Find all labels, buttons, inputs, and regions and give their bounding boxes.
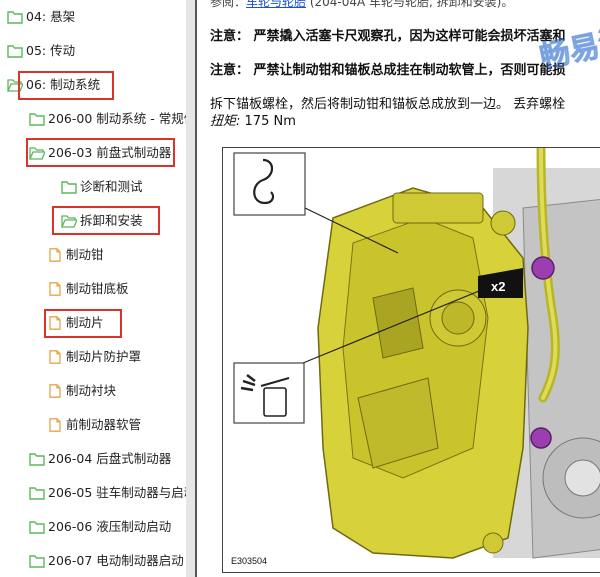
tree-item-removal-installation[interactable]: 拆卸和安装	[61, 210, 143, 232]
tree-item-label: 制动衬块	[66, 383, 117, 398]
tree-item-206-03[interactable]: 206-03 前盘式制动器	[29, 142, 171, 164]
folder-icon	[61, 181, 77, 194]
tree-item-label: 前制动器软管	[66, 417, 142, 432]
tree-item-06-brake-system[interactable]: 06: 制动系统	[7, 74, 100, 96]
pane-splitter[interactable]	[186, 0, 195, 577]
tree-item-brake-pad-shield[interactable]: 制动片防护罩	[47, 346, 141, 368]
navigation-tree: 04: 悬架 05: 传动 06: 制动系统 206-00 制动系统 - 常规信…	[0, 0, 186, 577]
reference-prefix: 参阅：	[210, 0, 247, 9]
reference-link[interactable]: 车轮与轮胎	[246, 0, 306, 9]
caution-note-2: 注意： 严禁让制动钳和锚板总成挂在制动软管上，否则可能损	[210, 59, 566, 78]
figure-code: E303504	[231, 556, 268, 566]
caution-text: 严禁撬入活塞卡尺观察孔，因为这样可能会损坏活塞和	[253, 29, 566, 44]
tree-item-04-suspension[interactable]: 04: 悬架	[7, 6, 75, 28]
reference-line: 参阅：车轮与轮胎 (204-04A 车轮与轮胎, 拆卸和安装)。	[210, 0, 513, 10]
caliper-illustration: x2	[233, 148, 600, 559]
pane-divider-line	[195, 0, 197, 577]
tree-item-label: 206-06 液压制动启动	[48, 519, 172, 534]
caution-label: 注意：	[210, 29, 250, 44]
anchor-bolt-upper	[531, 256, 555, 280]
caution-label: 注意：	[210, 63, 250, 78]
reference-suffix: (204-04A 车轮与轮胎, 拆卸和安装)。	[306, 0, 514, 9]
document-icon	[49, 384, 61, 398]
tree-item-caliper-anchor-plate[interactable]: 制动钳底板	[47, 278, 129, 300]
tree-item-brake-lining[interactable]: 制动衬块	[47, 380, 116, 402]
tree-item-05-drivetrain[interactable]: 05: 传动	[7, 40, 75, 62]
procedure-figure: x2 E303504	[222, 147, 600, 573]
folder-icon	[29, 555, 45, 568]
caution-note-1: 注意： 严禁撬入活塞卡尺观察孔，因为这样可能会损坏活塞和	[210, 25, 566, 44]
trash-bin-icon	[263, 387, 287, 417]
tree-item-206-07[interactable]: 206-07 电动制动器启动	[29, 550, 184, 572]
tree-item-label: 206-04 后盘式制动器	[48, 451, 172, 466]
caution-text: 严禁让制动钳和锚板总成挂在制动软管上，否则可能损	[253, 63, 566, 78]
torque-label: 扭矩:	[210, 114, 241, 129]
bleed-screw	[490, 210, 516, 236]
tree-item-label: 制动钳	[66, 247, 104, 262]
document-icon	[49, 282, 61, 296]
tree-item-label: 206-00 制动系统 - 常规信息	[48, 111, 186, 126]
tree-item-label: 制动钳底板	[66, 281, 129, 296]
document-icon	[49, 418, 61, 432]
folder-icon	[7, 45, 23, 58]
tree-item-label: 制动片防护罩	[66, 349, 142, 364]
tree-item-label: 诊断和测试	[80, 179, 143, 194]
folder-open-icon	[7, 79, 23, 92]
document-icon	[49, 248, 61, 262]
caliper-bridge	[392, 192, 484, 224]
tree-item-label: 206-03 前盘式制动器	[48, 145, 172, 160]
folder-open-icon	[61, 215, 77, 228]
tree-item-diagnosis[interactable]: 诊断和测试	[61, 176, 143, 198]
tree-item-brake-caliper[interactable]: 制动钳	[47, 244, 104, 266]
tree-item-brake-pads[interactable]: 制动片	[47, 312, 104, 334]
tree-item-label: 206-05 驻车制动器与启动	[48, 485, 186, 500]
folder-icon	[29, 521, 45, 534]
anchor-bolt-lower	[530, 427, 552, 449]
tree-item-label: 206-07 电动制动器启动	[48, 553, 184, 568]
piston-housing-inner	[441, 301, 475, 335]
document-icon	[49, 350, 61, 364]
document-icon	[49, 316, 61, 330]
tree-item-206-06[interactable]: 206-06 液压制动启动	[29, 516, 171, 538]
folder-icon	[29, 453, 45, 466]
lower-screw	[482, 532, 504, 554]
folder-open-icon	[29, 147, 45, 160]
tree-item-206-00[interactable]: 206-00 制动系统 - 常规信息	[29, 108, 186, 130]
torque-spec: 扭矩: 175 Nm	[210, 110, 296, 129]
folder-icon	[29, 487, 45, 500]
hub-center	[564, 459, 600, 497]
tree-item-front-brake-hose[interactable]: 前制动器软管	[47, 414, 141, 436]
tree-item-label: 05: 传动	[26, 43, 76, 58]
x2-badge-text: x2	[491, 279, 505, 294]
tree-item-label: 制动片	[66, 315, 104, 330]
document-pane: 参阅：车轮与轮胎 (204-04A 车轮与轮胎, 拆卸和安装)。 注意： 严禁撬…	[200, 0, 600, 577]
tree-item-206-04[interactable]: 206-04 后盘式制动器	[29, 448, 171, 470]
tree-item-206-05[interactable]: 206-05 驻车制动器与启动	[29, 482, 186, 504]
folder-icon	[29, 113, 45, 126]
folder-icon	[7, 11, 23, 24]
tree-item-label: 04: 悬架	[26, 9, 76, 24]
tree-item-label: 06: 制动系统	[26, 77, 101, 92]
tree-item-label: 拆卸和安装	[80, 213, 143, 228]
torque-value: 175 Nm	[244, 114, 296, 129]
